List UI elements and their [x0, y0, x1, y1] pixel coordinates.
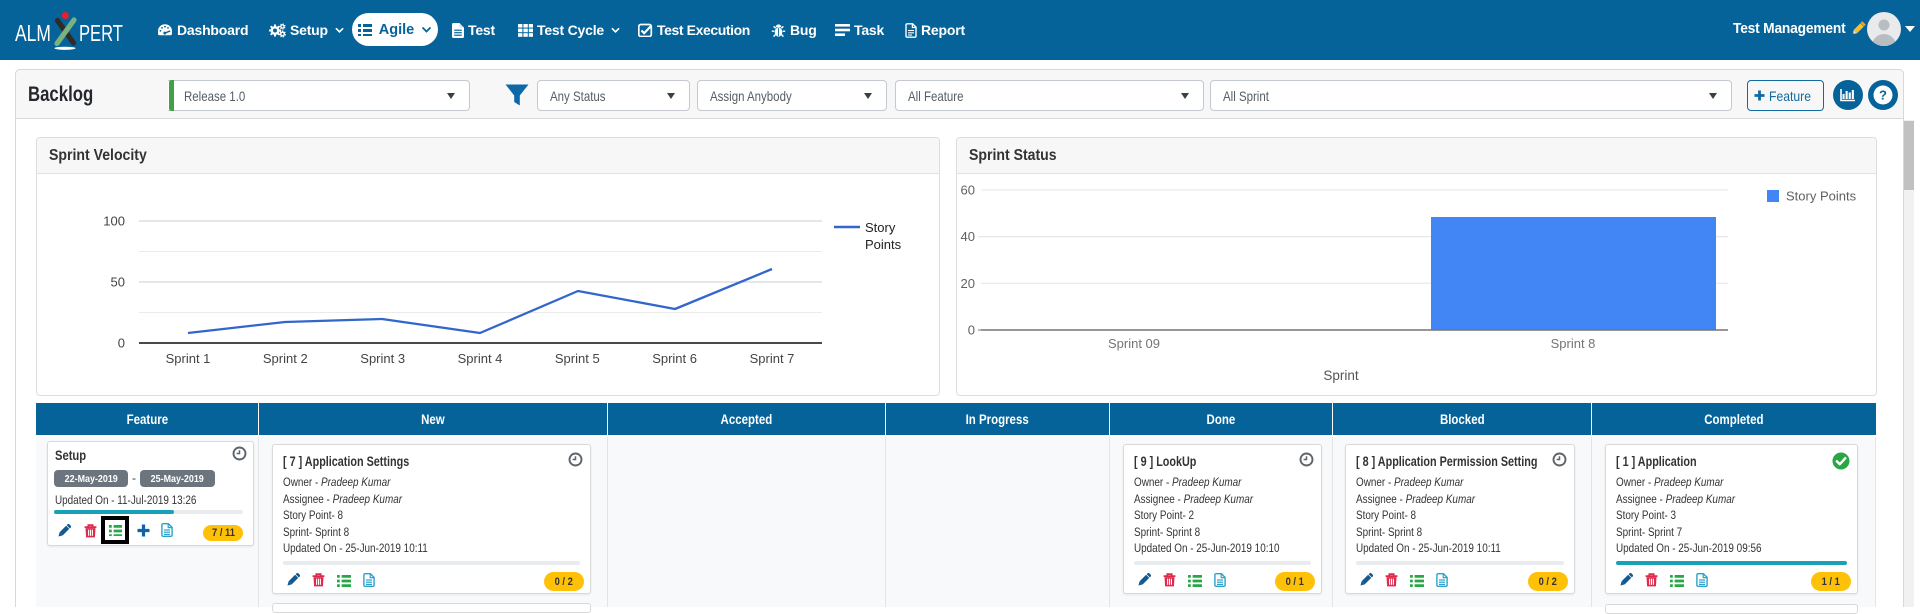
svg-text:40: 40 [961, 229, 975, 244]
svg-text:100: 100 [103, 214, 125, 229]
svg-text:Sprint 1: Sprint 1 [166, 351, 211, 366]
svg-text:Sprint 09: Sprint 09 [1108, 336, 1160, 351]
svg-text:60: 60 [961, 183, 975, 198]
svg-text:50: 50 [111, 275, 125, 290]
svg-text:0: 0 [968, 323, 975, 338]
svg-text:0: 0 [118, 336, 125, 351]
svg-text:Sprint 4: Sprint 4 [458, 351, 503, 366]
svg-text:Story: Story [865, 220, 896, 235]
svg-text:Sprint 3: Sprint 3 [360, 351, 405, 366]
svg-text:Sprint 2: Sprint 2 [263, 351, 308, 366]
svg-text:?: ? [1879, 88, 1887, 103]
svg-text:Sprint 8: Sprint 8 [1551, 336, 1596, 351]
svg-text:Sprint 5: Sprint 5 [555, 351, 600, 366]
svg-text:Sprint 7: Sprint 7 [750, 351, 795, 366]
svg-text:20: 20 [961, 276, 975, 291]
svg-text:Points: Points [865, 237, 902, 252]
svg-text:Sprint: Sprint [1323, 368, 1359, 383]
svg-text:Story Points: Story Points [1786, 189, 1857, 204]
svg-text:Sprint 6: Sprint 6 [652, 351, 697, 366]
